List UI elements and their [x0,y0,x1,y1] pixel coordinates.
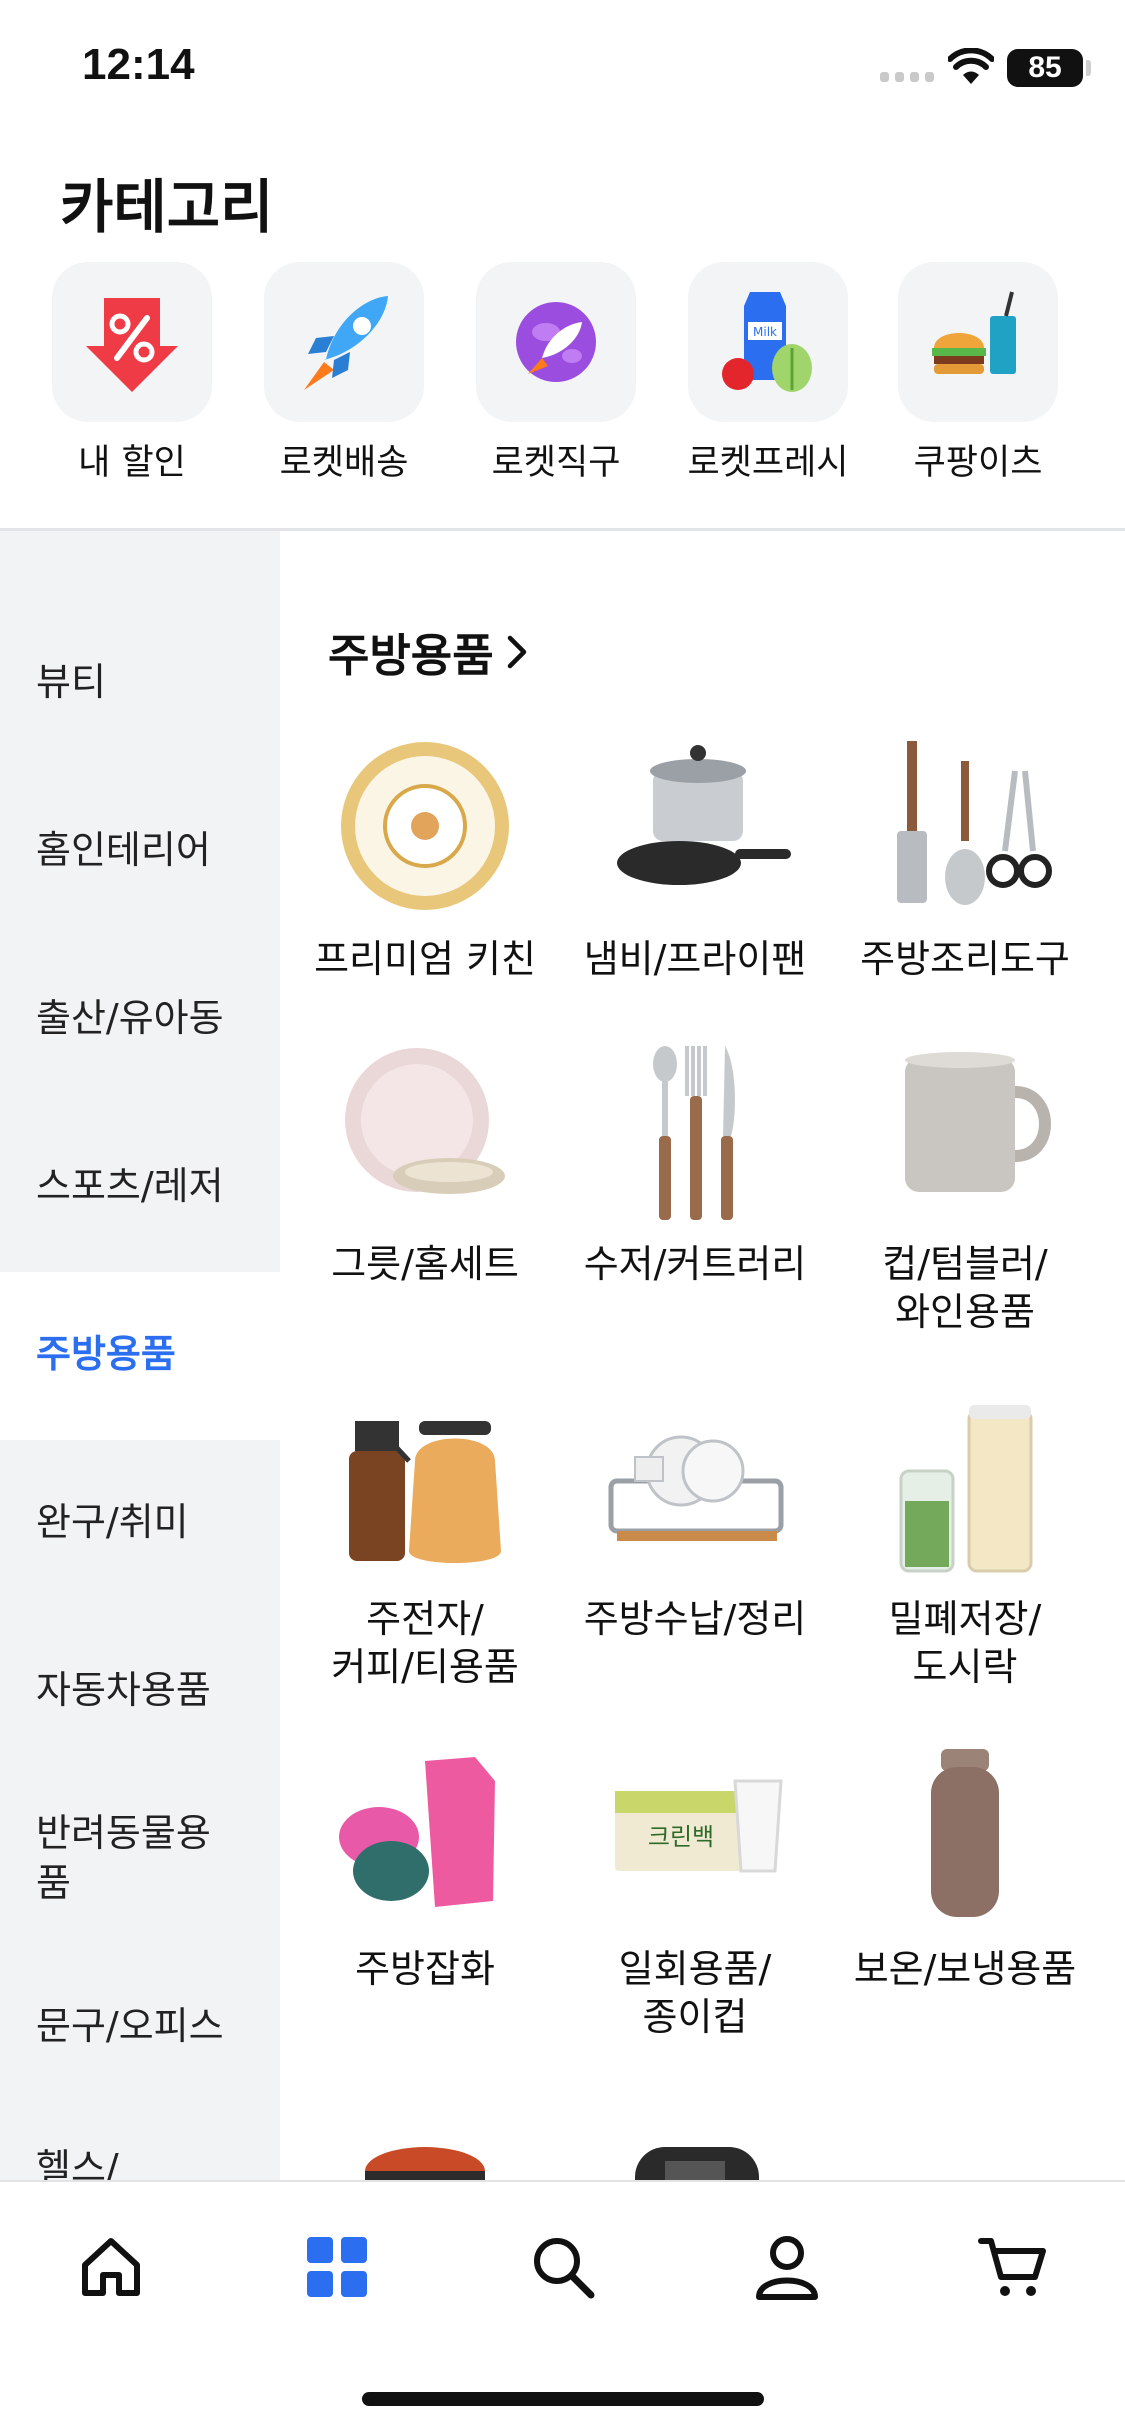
shortcut-my-discount[interactable]: 내 할인 [50,262,214,485]
category-cell[interactable]: 주전자/커피/티용품 [290,1391,560,1691]
section-title-link[interactable]: 주방용품 [328,619,532,684]
category-cell-partial[interactable] [560,2121,830,2181]
cell-label: 냄비/프라이팬 [583,937,807,981]
shortcut-rocket-global[interactable]: 로켓직구 [474,262,638,485]
dish-set-icon [325,1036,525,1226]
sidebar-item-label-line2: 품 [36,1861,71,1905]
category-cell[interactable]: 컵/텀블러/와인용품 [830,1036,1100,1336]
sidebar-item-health[interactable]: 헬스/ [36,2143,119,2181]
pot-and-pan-icon [595,731,795,921]
home-icon [82,2238,140,2296]
cell-label: 일회용품/종이컵 [618,1947,772,2039]
shortcut-label: 로켓프레시 [687,443,849,483]
search-icon [534,2238,595,2299]
cell-label: 밀폐저장/도시락 [888,1597,1042,1689]
tab-home[interactable] [66,2222,156,2312]
sidebar-item-toys[interactable]: 완구/취미 [36,1497,189,1547]
cell-label: 주방조리도구 [860,937,1070,981]
category-cell[interactable]: 주방잡화 [290,1741,560,1993]
paper-cup-icon: 크린백 [595,1741,795,1931]
tab-my-account[interactable] [742,2222,832,2312]
cell-label: 컵/텀블러/와인용품 [882,1242,1048,1334]
home-indicator [362,2392,764,2406]
profile-icon [756,2236,818,2300]
sidebar-item-office[interactable]: 문구/오피스 [36,2001,224,2051]
section-title: 주방용품 [328,629,494,682]
page-title: 카테고리 [60,173,274,241]
category-cell-partial[interactable] [290,2121,560,2181]
battery-tip [1086,60,1091,76]
battery-indicator: 85 [1007,49,1083,87]
quick-shortcuts: 내 할인 로켓배송 로켓직구 Milk 로켓프레시 쿠팡이츠 [0,262,1125,485]
shortcut-label: 쿠팡이츠 [913,443,1043,483]
category-cell[interactable]: 그릇/홈세트 [290,1036,560,1288]
cellular-signal-icon [880,60,936,82]
mug-icon [865,1036,1065,1226]
sidebar-item-baby[interactable]: 출산/유아동 [36,993,224,1043]
svg-text:크린백: 크린백 [648,1823,714,1851]
category-sidebar[interactable]: 뷰티 홈인테리어 출산/유아동 스포츠/레저 주방용품 완구/취미 자동차용품 … [0,531,280,2181]
cell-label: 프리미엄 키친 [314,937,536,981]
category-cell[interactable]: 밀폐저장/도시락 [830,1391,1100,1691]
dish-rack-icon [595,1391,795,1581]
chevron-right-icon [507,635,526,668]
milk-produce-icon: Milk [688,262,848,422]
category-cell[interactable]: 주방조리도구 [830,731,1100,983]
shortcut-label: 로켓배송 [279,443,409,483]
cell-label: 수저/커트러리 [583,1242,807,1286]
sidebar-item-beauty[interactable]: 뷰티 [36,657,106,707]
shortcut-coupang-eats[interactable]: 쿠팡이츠 [896,262,1060,485]
shortcut-label: 로켓직구 [491,443,621,483]
storage-jar-icon [865,1391,1065,1581]
sidebar-item-automotive[interactable]: 자동차용품 [36,1665,211,1715]
shortcut-rocket-fresh[interactable]: Milk 로켓프레시 [686,262,850,485]
decorative-plate-icon [325,731,525,921]
cell-label: 주전자/커피/티용품 [331,1597,519,1689]
category-content: 주방용품 프리미엄 키친 냄비/프라이팬 주방조리도구 그릇/홈세트 수저/커트… [280,531,1125,2181]
cart-icon [978,2238,1046,2296]
thermos-bottle-icon [865,1741,1065,1931]
burger-drink-icon [898,262,1058,422]
kettle-coffee-icon [325,1391,525,1581]
tab-categories[interactable] [292,2222,382,2312]
category-cell[interactable]: 수저/커트러리 [560,1036,830,1288]
shortcut-rocket-delivery[interactable]: 로켓배송 [262,262,426,485]
sidebar-item-label: 반려동물용 [36,1811,211,1855]
gloves-sponge-icon [325,1741,525,1931]
sidebar-item-home-interior[interactable]: 홈인테리어 [36,825,211,875]
category-cell[interactable]: 크린백 일회용품/종이컵 [560,1741,830,2041]
category-cell[interactable]: 보온/보냉용품 [830,1741,1100,1993]
purple-rocket-globe-icon [476,262,636,422]
status-time: 12:14 [82,40,195,89]
sidebar-item-kitchen[interactable]: 주방용품 [36,1329,176,1379]
category-cell[interactable]: 주방수납/정리 [560,1391,830,1643]
category-grid-icon [307,2237,367,2297]
category-cell[interactable]: 냄비/프라이팬 [560,731,830,983]
category-cell[interactable]: 프리미엄 키친 [290,731,560,983]
tab-cart[interactable] [968,2222,1058,2312]
cell-label: 주방잡화 [355,1947,495,1991]
rice-cooker-partial-icon [595,2121,795,2181]
wifi-icon [948,48,994,84]
cell-label: 그릇/홈세트 [331,1242,519,1286]
cooking-pot-partial-icon [325,2121,525,2181]
cell-label: 주방수납/정리 [583,1597,807,1641]
cell-label: 보온/보냉용품 [853,1947,1077,1991]
sidebar-item-sports[interactable]: 스포츠/레저 [36,1161,224,1211]
svg-text:Milk: Milk [753,325,777,339]
rocket-icon [264,262,424,422]
status-bar: 12:14 85 [0,0,1125,140]
cooking-utensils-icon [865,731,1065,921]
discount-tag-icon [52,262,212,422]
sidebar-item-pets[interactable]: 반려동물용 품 [36,1808,211,1908]
tab-search[interactable] [518,2222,608,2312]
shortcut-label: 내 할인 [78,443,186,483]
cutlery-icon [595,1036,795,1226]
